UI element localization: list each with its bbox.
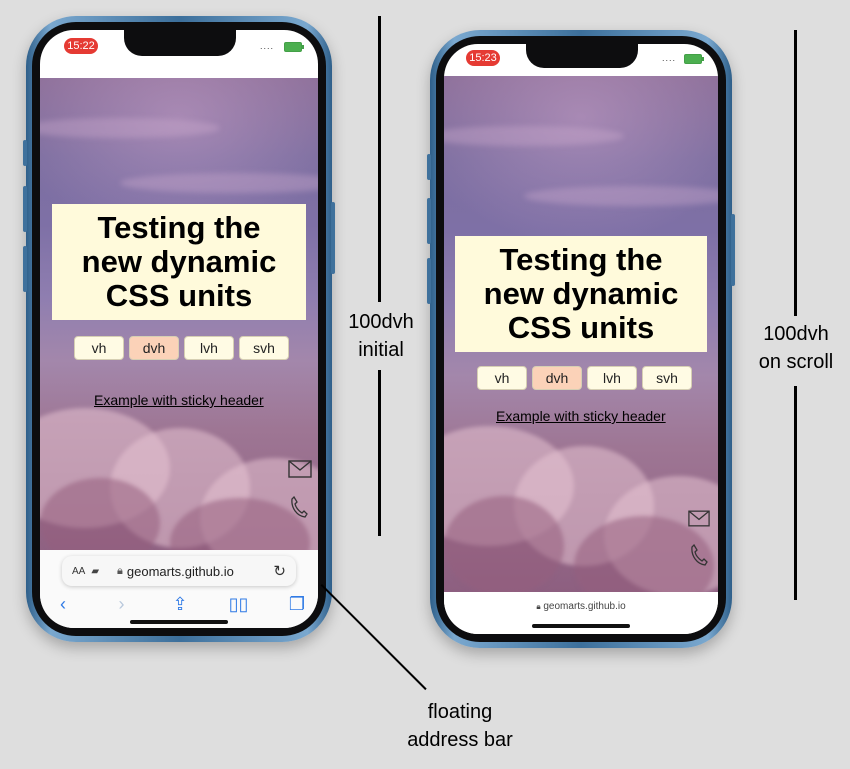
vh-button[interactable]: vh: [74, 336, 124, 360]
height-marker-line: [378, 370, 381, 536]
title-line: CSS units: [507, 310, 655, 345]
annotation-label: 100dvh on scroll: [748, 320, 844, 376]
title-line: Testing the: [97, 210, 261, 245]
title-line: new dynamic: [81, 244, 277, 279]
notch: [526, 44, 638, 68]
title-line: new dynamic: [483, 276, 679, 311]
status-time: 15:23: [466, 50, 500, 66]
page-title: Testing the new dynamic CSS units: [52, 204, 306, 320]
forward-icon[interactable]: ›: [111, 594, 133, 614]
text-size-button[interactable]: AA: [72, 566, 85, 577]
callout-line: address bar: [407, 729, 513, 751]
safari-toolbar: ‹ › ⇪ ▯▯ ❐: [52, 594, 308, 614]
svh-button[interactable]: svh: [239, 336, 289, 360]
phone-screen: 15:23 .... Testing the new dynamic CSS u…: [444, 44, 718, 634]
dvh-button[interactable]: dvh: [532, 366, 582, 390]
height-marker-line: [794, 386, 797, 600]
home-indicator: [532, 624, 630, 628]
dvh-button[interactable]: dvh: [129, 336, 179, 360]
unit-button-row: vh dvh lvh svh: [477, 366, 697, 390]
title-line: CSS units: [105, 278, 253, 313]
lvh-button[interactable]: lvh: [184, 336, 234, 360]
annotation-line: 100dvh: [348, 311, 414, 333]
lock-icon: 🔒︎: [536, 602, 541, 611]
status-time: 15:22: [64, 38, 98, 54]
callout-label: floating address bar: [392, 698, 528, 754]
back-icon[interactable]: ‹: [52, 594, 74, 614]
height-marker-line: [378, 16, 381, 302]
mail-icon[interactable]: [288, 460, 312, 478]
callout-arrow-line: [320, 584, 427, 691]
reload-icon[interactable]: ↻: [273, 562, 286, 580]
phone-right: 15:23 .... Testing the new dynamic CSS u…: [427, 30, 735, 648]
annotation-line: 100dvh: [763, 323, 829, 345]
page-title: Testing the new dynamic CSS units: [455, 236, 707, 352]
phone-icon[interactable]: [690, 544, 708, 566]
vh-button[interactable]: vh: [477, 366, 527, 390]
tabs-icon[interactable]: ❐: [286, 594, 308, 614]
share-icon[interactable]: ⇪: [169, 594, 191, 614]
annotation-line: on scroll: [758, 351, 834, 373]
bookmarks-icon[interactable]: ▯▯: [228, 594, 250, 614]
height-marker-line: [794, 30, 797, 316]
lock-icon: 🔒︎: [117, 564, 123, 577]
svh-button[interactable]: svh: [642, 366, 692, 390]
phone-icon[interactable]: [290, 496, 308, 518]
callout-line: floating: [427, 701, 493, 723]
mail-icon[interactable]: [688, 510, 710, 527]
url-text[interactable]: geomarts.github.io: [127, 564, 234, 579]
address-bar[interactable]: AA ▰ 🔒︎ geomarts.github.io ↻: [62, 556, 296, 586]
background-wallpaper: [40, 78, 318, 566]
title-line: Testing the: [499, 242, 663, 277]
sticky-header-link[interactable]: Example with sticky header: [496, 408, 666, 424]
annotation-line: initial: [358, 339, 404, 361]
lvh-button[interactable]: lvh: [587, 366, 637, 390]
battery-icon: [284, 42, 304, 52]
battery-icon: [684, 54, 704, 64]
annotation-label: 100dvh initial: [336, 308, 426, 364]
home-indicator: [130, 620, 228, 624]
unit-button-row: vh dvh lvh svh: [74, 336, 294, 360]
phone-left: 15:22 .... Testing the new dynamic CSS u…: [23, 16, 335, 642]
signal-dots: ....: [662, 53, 677, 63]
sticky-header-link[interactable]: Example with sticky header: [94, 392, 264, 408]
reader-icon[interactable]: ▰: [91, 566, 99, 577]
notch: [124, 30, 236, 56]
phone-screen: 15:22 .... Testing the new dynamic CSS u…: [40, 30, 318, 628]
signal-dots: ....: [260, 41, 275, 51]
compact-url-text[interactable]: geomarts.github.io: [543, 601, 625, 612]
